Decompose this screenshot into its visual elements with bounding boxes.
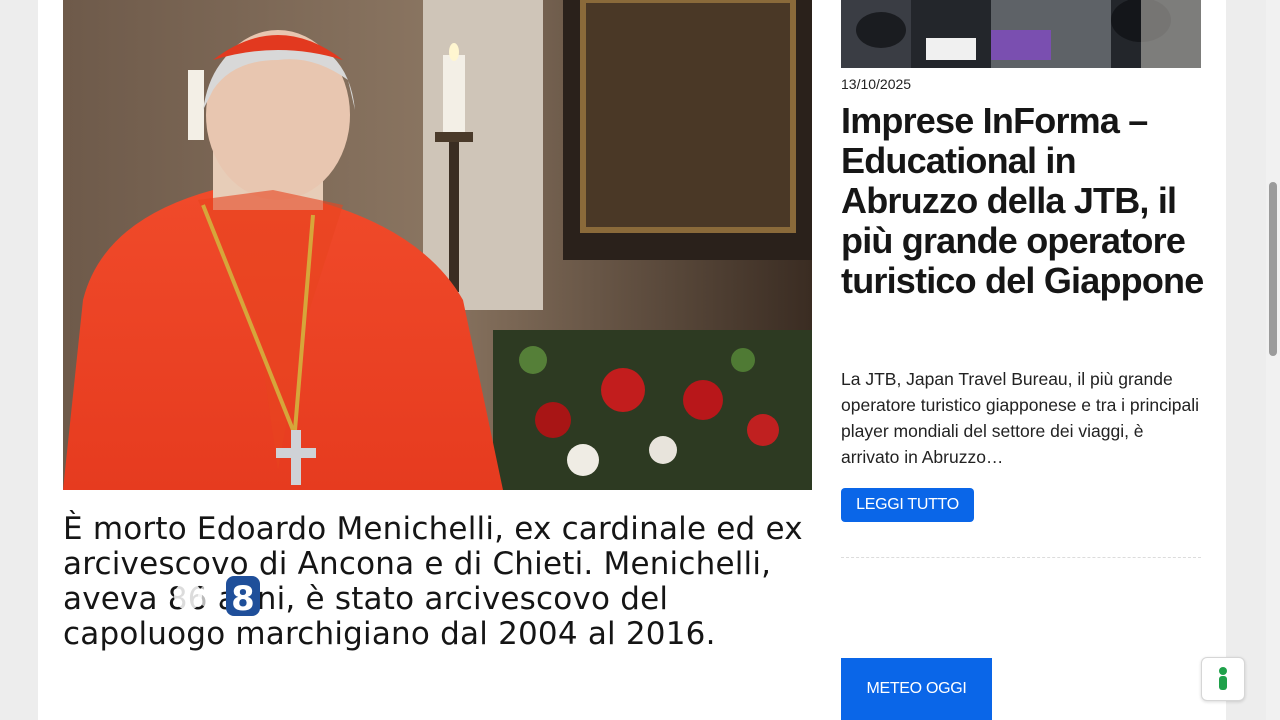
side-article-title[interactable]: Imprese InForma – Educational in Abruzzo…	[841, 101, 1211, 301]
page-scrollbar[interactable]	[1266, 0, 1280, 720]
privacy-person-icon	[1219, 667, 1227, 690]
main-article-image[interactable]	[63, 0, 812, 490]
logo-number: 8	[231, 579, 255, 619]
side-article-date: 13/10/2025	[841, 76, 912, 92]
meteo-button[interactable]: METEO OGGI	[841, 658, 992, 720]
side-article-image[interactable]	[841, 0, 1201, 68]
cardinal-photo	[63, 0, 812, 490]
read-more-button[interactable]: LEGGI TUTTO	[841, 488, 974, 522]
divider	[841, 557, 1201, 558]
meeting-photo	[841, 0, 1201, 68]
page: È morto Edoardo Menichelli, ex cardinale…	[38, 0, 1226, 720]
side-article-excerpt: La JTB, Japan Travel Bureau, il più gran…	[841, 369, 1199, 467]
channel-logo-overlay: 8	[156, 572, 266, 620]
channel-logo-icon: 8	[174, 576, 260, 619]
privacy-settings-button[interactable]	[1201, 657, 1245, 701]
scrollbar-thumb[interactable]	[1269, 182, 1277, 356]
